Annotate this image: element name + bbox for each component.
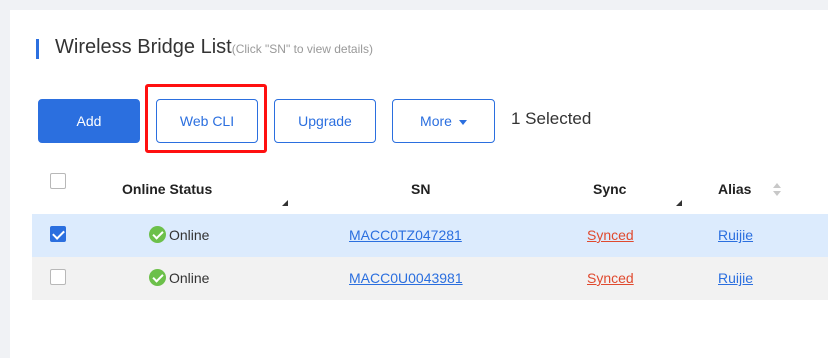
online-status: Online [149, 226, 209, 243]
sort-up-icon [773, 183, 781, 188]
selected-count: 1 Selected [511, 109, 592, 128]
web-cli-button[interactable]: Web CLI [156, 99, 258, 143]
row-checkbox[interactable] [50, 226, 66, 242]
column-header-online-status[interactable]: Online Status [122, 181, 212, 197]
alias-link[interactable]: Ruijie [718, 270, 753, 286]
page-title: Wireless Bridge List(Click "SN" to view … [55, 36, 373, 59]
page-title-text: Wireless Bridge List [55, 36, 232, 58]
row-checkbox[interactable] [50, 269, 66, 285]
sort-arrows-icon[interactable] [772, 183, 782, 197]
online-status: Online [149, 269, 209, 286]
caret-down-icon [458, 119, 467, 125]
sn-link[interactable]: MACC0U0043981 [349, 270, 463, 286]
status-text: Online [169, 269, 210, 286]
alias-link[interactable]: Ruijie [718, 227, 753, 243]
column-header-sn[interactable]: SN [411, 181, 430, 197]
column-resize-corner-icon [676, 200, 682, 206]
sync-link[interactable]: Synced [587, 227, 634, 243]
check-circle-icon [149, 269, 166, 286]
table-row[interactable]: Online MACC0TZ047281 Synced Ruijie [32, 214, 828, 257]
more-dropdown-button[interactable]: More [392, 99, 495, 143]
column-header-alias[interactable]: Alias [718, 181, 751, 197]
status-text: Online [169, 226, 210, 243]
check-circle-icon [149, 226, 166, 243]
column-header-sync[interactable]: Sync [593, 181, 626, 197]
sync-link[interactable]: Synced [587, 270, 634, 286]
add-button[interactable]: Add [38, 99, 140, 143]
upgrade-button[interactable]: Upgrade [274, 99, 376, 143]
title-accent-bar [36, 39, 39, 59]
column-resize-corner-icon [282, 200, 288, 206]
sort-down-icon [773, 191, 781, 196]
more-button-label: More [420, 113, 452, 129]
page-title-hint: (Click "SN" to view details) [231, 42, 373, 56]
select-all-checkbox[interactable] [50, 173, 66, 189]
sn-link[interactable]: MACC0TZ047281 [349, 227, 462, 243]
table-row[interactable]: Online MACC0U0043981 Synced Ruijie [32, 257, 828, 300]
